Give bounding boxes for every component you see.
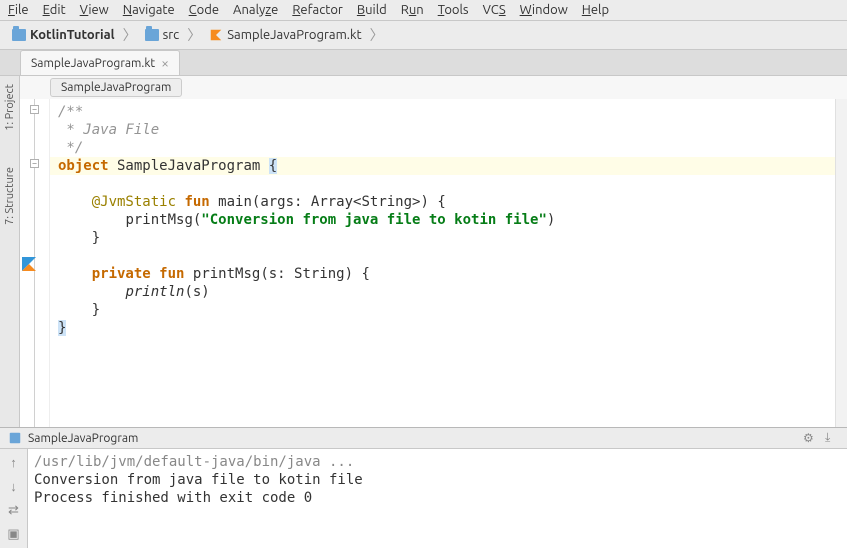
code-brace: } <box>92 302 100 318</box>
right-gutter <box>835 99 847 427</box>
class-chip[interactable]: SampleJavaProgram <box>50 78 182 97</box>
code-annotation: @JvmStatic <box>92 194 176 210</box>
code-comment: */ <box>58 140 83 156</box>
left-tool-gutter: 1: Project 7: Structure <box>0 76 20 427</box>
console-output[interactable]: /usr/lib/jvm/default-java/bin/java ... C… <box>28 449 847 548</box>
breadcrumb-file-label: SampleJavaProgram.kt <box>227 28 361 42</box>
console-path: /usr/lib/jvm/default-java/bin/java ... <box>34 453 841 471</box>
menu-navigate[interactable]: Navigate <box>123 3 175 17</box>
tool-project-label: 1: Project <box>4 84 16 131</box>
console-exit: Process finished with exit code 0 <box>34 489 841 507</box>
menu-edit[interactable]: Edit <box>43 3 66 17</box>
code-keyword: fun <box>184 194 209 210</box>
tool-structure-label: 7: Structure <box>4 167 16 225</box>
menu-refactor[interactable]: Refactor <box>292 3 343 17</box>
menu-build[interactable]: Build <box>357 3 387 17</box>
run-panel-header: SampleJavaProgram ⚙ ⤓ <box>0 428 847 449</box>
run-config-name[interactable]: SampleJavaProgram <box>28 432 138 445</box>
code-keyword: private <box>92 266 151 282</box>
code-call: println <box>125 284 184 300</box>
code-keyword: fun <box>159 266 184 282</box>
close-icon[interactable]: × <box>161 55 169 71</box>
chevron-right-icon: 〉 <box>123 25 137 45</box>
menu-analyze[interactable]: Analyze <box>233 3 278 17</box>
tool-window-structure[interactable]: 7: Structure <box>2 159 18 233</box>
gear-icon[interactable]: ⚙ <box>803 431 817 445</box>
code-brace: { <box>269 158 277 174</box>
tool-window-project[interactable]: 1: Project <box>2 76 18 139</box>
breadcrumb-project[interactable]: KotlinTutorial <box>8 26 119 44</box>
chevron-right-icon: 〉 <box>187 25 201 45</box>
breadcrumb-project-label: KotlinTutorial <box>30 28 115 42</box>
menu-vcs[interactable]: VCS <box>483 3 506 17</box>
code-comment: * Java File <box>58 122 159 138</box>
scroll-icon[interactable]: ▣ <box>5 525 23 543</box>
console-line: Conversion from java file to kotin file <box>34 471 841 489</box>
breadcrumb-src[interactable]: src <box>141 26 184 44</box>
run-panel: SampleJavaProgram ⚙ ⤓ ↑ ↓ ⇄ ▣ /usr/lib/j… <box>0 427 847 548</box>
menu-file[interactable]: File <box>8 3 29 17</box>
menu-code[interactable]: Code <box>189 3 219 17</box>
editor-tabs: SampleJavaProgram.kt × <box>0 50 847 76</box>
code-lines[interactable]: /** * Java File */ object SampleJavaProg… <box>50 99 835 427</box>
code-string: "Conversion from java file to kotin file… <box>201 212 547 228</box>
kotlin-file-icon <box>209 28 223 42</box>
code-brace: } <box>92 230 100 246</box>
menu-window[interactable]: Window <box>520 3 568 17</box>
folder-icon <box>12 29 26 41</box>
main-editor-area: 1: Project 7: Structure SampleJavaProgra… <box>0 76 847 427</box>
fold-toggle[interactable]: − <box>30 159 39 168</box>
kotlin-icon <box>22 257 36 271</box>
menu-help[interactable]: Help <box>582 3 609 17</box>
menu-view[interactable]: View <box>80 3 109 17</box>
run-config-icon <box>8 431 22 445</box>
fold-toggle[interactable]: − <box>30 105 39 114</box>
breadcrumb-file[interactable]: SampleJavaProgram.kt <box>205 26 365 44</box>
code-text: ) <box>547 212 555 228</box>
code-area[interactable]: − − /** * Java File */ object SampleJava… <box>20 99 847 427</box>
pin-icon[interactable]: ⤓ <box>825 431 839 445</box>
code-text: (s) <box>184 284 209 300</box>
class-breadcrumb: SampleJavaProgram <box>20 76 847 99</box>
menu-run[interactable]: Run <box>401 3 424 17</box>
folder-icon <box>145 29 159 41</box>
wrap-icon[interactable]: ⇄ <box>5 501 23 519</box>
tab-samplejavaprogram[interactable]: SampleJavaProgram.kt × <box>20 50 180 75</box>
code-signature: printMsg(s: String) { <box>184 266 369 282</box>
code-call: printMsg( <box>125 212 201 228</box>
breadcrumb-src-label: src <box>163 28 180 42</box>
code-comment: /** <box>58 104 83 120</box>
code-brace: } <box>58 320 66 336</box>
main-menu-bar: File Edit View Navigate Code Analyze Ref… <box>0 0 847 21</box>
menu-tools[interactable]: Tools <box>438 3 469 17</box>
code-identifier: SampleJavaProgram <box>109 158 269 174</box>
code-keyword: object <box>58 158 109 174</box>
code-signature: main(args: Array<String>) { <box>210 194 446 210</box>
tab-label: SampleJavaProgram.kt <box>31 57 155 70</box>
run-panel-body: ↑ ↓ ⇄ ▣ /usr/lib/jvm/default-java/bin/ja… <box>0 449 847 548</box>
nav-breadcrumb: KotlinTutorial 〉 src 〉 SampleJavaProgram… <box>0 21 847 50</box>
fold-gutter: − − <box>20 99 50 427</box>
arrow-up-icon[interactable]: ↑ <box>5 453 23 471</box>
arrow-down-icon[interactable]: ↓ <box>5 477 23 495</box>
run-toolbar: ↑ ↓ ⇄ ▣ <box>0 449 28 548</box>
chevron-right-icon: 〉 <box>370 25 384 45</box>
editor[interactable]: SampleJavaProgram − − /** * Java File */… <box>20 76 847 427</box>
